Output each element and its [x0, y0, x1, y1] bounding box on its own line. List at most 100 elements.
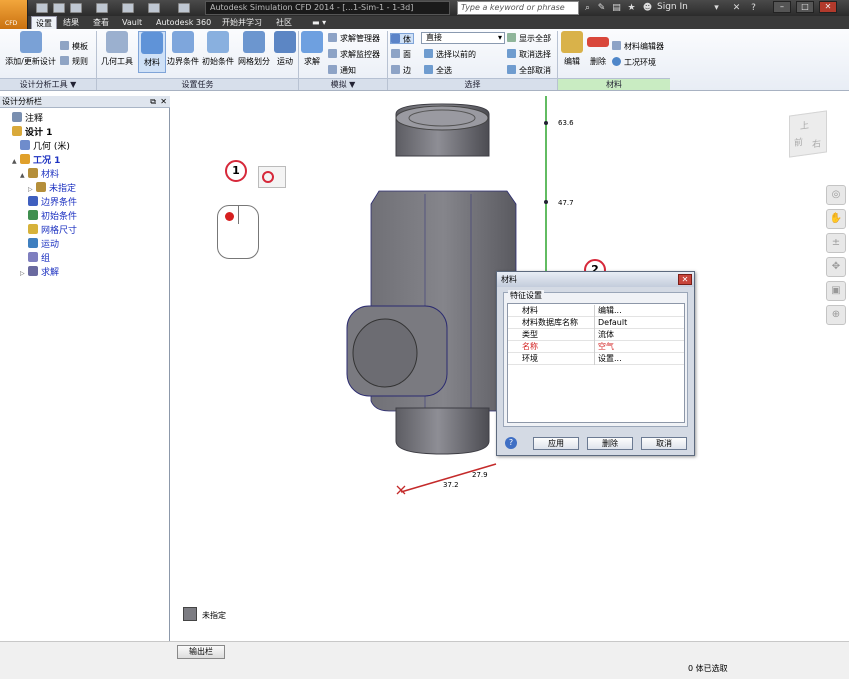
user-icon[interactable]: ☻ [642, 3, 653, 13]
show-all-button[interactable]: 显示全部 [507, 33, 551, 44]
viewcube[interactable]: 上前右 [789, 110, 827, 158]
environment-button[interactable]: 工况环境 [612, 57, 656, 68]
binoculars-icon[interactable]: ⌕ [582, 3, 593, 13]
tree-item[interactable]: ▷ 求解 [20, 266, 59, 279]
output-bar-button[interactable]: 输出栏 [177, 645, 225, 659]
tab-extra-dropdown[interactable]: ▬ ▾ [308, 16, 330, 29]
open-icon[interactable] [36, 3, 48, 13]
property-value[interactable]: Default [598, 317, 627, 329]
deselect-button[interactable]: 取消选择 [507, 49, 551, 60]
help-icon[interactable]: ? [505, 437, 517, 449]
remove-material-button[interactable]: 删除 [586, 31, 610, 73]
close-window-button[interactable]: ✕ [819, 1, 837, 13]
property-value[interactable]: 设置... [598, 353, 622, 365]
dialog-close-button[interactable]: ✕ [678, 274, 692, 285]
expander-icon[interactable]: ▷ [28, 183, 36, 196]
material-button[interactable]: 材料 [138, 31, 166, 73]
settings-icon[interactable] [178, 3, 190, 13]
material-dialog-title[interactable]: 材料 [497, 272, 694, 287]
look-icon[interactable]: ▣ [826, 281, 846, 301]
tab-vault[interactable]: Vault [118, 16, 146, 29]
tab-autodesk-360[interactable]: Autodesk 360 [152, 16, 215, 29]
solver-manager-button[interactable]: 求解管理器 [328, 33, 380, 44]
steering-wheel-icon[interactable]: ◎ [826, 185, 846, 205]
solve-button[interactable]: 求解 [300, 31, 324, 73]
minimize-button[interactable]: – [773, 1, 791, 13]
cancel-all-button[interactable]: 全部取消 [507, 65, 551, 76]
tree-item[interactable]: 注释 [4, 112, 43, 125]
tab-community[interactable]: 社区 [272, 16, 296, 29]
cancel-button[interactable]: 取消 [641, 437, 687, 450]
window-icon[interactable] [148, 3, 160, 13]
rules-button[interactable]: 规则 [60, 56, 88, 67]
pan-icon[interactable]: ✋ [826, 209, 846, 229]
application-menu-button[interactable]: CFD [0, 0, 28, 30]
tree-item[interactable]: 组 [20, 252, 50, 265]
select-all-button[interactable]: 全选 [424, 65, 452, 76]
search-input[interactable]: Type a keyword or phrase [457, 1, 579, 15]
select-previous-button[interactable]: 选择以前的 [424, 49, 476, 60]
property-value[interactable]: 空气 [598, 341, 614, 353]
context-toolbar-icon[interactable] [258, 166, 286, 188]
tree-item[interactable]: 设计 1 [4, 126, 52, 139]
template-button[interactable]: 模板 [60, 41, 88, 52]
tree-item[interactable]: 网格尺寸 [20, 224, 77, 237]
pin-icon[interactable]: ⧉ [150, 96, 156, 107]
selection-mode-dropdown[interactable]: 直接 ▾ [421, 32, 505, 44]
tree-item[interactable]: ▷ 未指定 [28, 182, 76, 195]
maximize-button[interactable]: □ [796, 1, 814, 13]
sign-in-link[interactable]: Sign In [657, 2, 688, 12]
walk-icon[interactable]: ⊕ [826, 305, 846, 325]
save-all-icon[interactable] [70, 3, 82, 13]
tools-icon[interactable]: ✎ [596, 3, 607, 13]
mesh-sizing-button[interactable]: 网格划分 [237, 31, 271, 73]
tree-item[interactable]: 初始条件 [20, 210, 77, 223]
zoom-icon[interactable]: ± [826, 233, 846, 253]
property-row[interactable]: 材料数据库名称 Default [508, 317, 684, 329]
help-icon[interactable]: ? [748, 3, 759, 13]
viewcube-front-face[interactable]: 前 [794, 135, 803, 149]
tab-getting-started[interactable]: 开始并学习 [218, 16, 266, 29]
tree-item[interactable]: 几何 (米) [12, 140, 70, 153]
viewcube-top-face[interactable]: 上 [800, 118, 809, 132]
property-row[interactable]: 名称 空气 [508, 341, 684, 353]
tab-setup[interactable]: 设置 [31, 16, 57, 29]
exchange-icon[interactable]: ✕ [731, 3, 742, 13]
boundary-conditions-button[interactable]: 边界条件 [167, 31, 199, 73]
panel-design-study-tools[interactable]: 设计分析工具 ▼ [0, 78, 96, 90]
apply-button[interactable]: 应用 [533, 437, 579, 450]
tab-view[interactable]: 查看 [89, 16, 113, 29]
solver-monitor-button[interactable]: 求解监控器 [328, 49, 380, 60]
save-icon[interactable] [53, 3, 65, 13]
property-row[interactable]: 材料 编辑... [508, 305, 684, 317]
undo-icon[interactable] [96, 3, 108, 13]
tree-item[interactable]: ▲ 材料 [20, 168, 59, 181]
print-icon[interactable] [122, 3, 134, 13]
property-value[interactable]: 编辑... [598, 305, 622, 317]
geometry-tools-button[interactable]: 几何工具 [99, 31, 135, 73]
expander-icon[interactable]: ▲ [12, 155, 20, 168]
tree-item[interactable]: 边界条件 [20, 196, 77, 209]
expander-icon[interactable]: ▲ [20, 169, 28, 182]
subscription-icon[interactable]: ▤ [611, 3, 622, 13]
select-edge-button[interactable]: 边 [391, 65, 411, 76]
tree-item[interactable]: 运动 [20, 238, 59, 251]
expander-icon[interactable]: ▷ [20, 267, 28, 280]
select-surface-button[interactable]: 面 [391, 49, 411, 60]
tree-item[interactable]: ▲ 工况 1 [12, 154, 60, 167]
panel-simulate[interactable]: 模拟 ▼ [299, 78, 387, 90]
tab-results[interactable]: 结果 [59, 16, 83, 29]
remove-button[interactable]: 删除 [587, 437, 633, 450]
material-editor-button[interactable]: 材料编辑器 [612, 41, 664, 52]
notify-button[interactable]: 通知 [328, 65, 356, 76]
property-row[interactable]: 环境 设置... [508, 353, 684, 365]
property-row[interactable]: 类型 流体 [508, 329, 684, 341]
dropdown-icon[interactable]: ▾ [711, 3, 722, 13]
viewcube-right-face[interactable]: 右 [812, 136, 821, 150]
favorites-icon[interactable]: ★ [626, 3, 637, 13]
update-design-button[interactable]: 添加/更新设计 [3, 31, 58, 73]
property-value[interactable]: 流体 [598, 329, 614, 341]
close-icon[interactable]: ✕ [160, 96, 167, 107]
initial-conditions-button[interactable]: 初始条件 [201, 31, 235, 73]
select-volume-button[interactable]: 体 [390, 33, 414, 44]
